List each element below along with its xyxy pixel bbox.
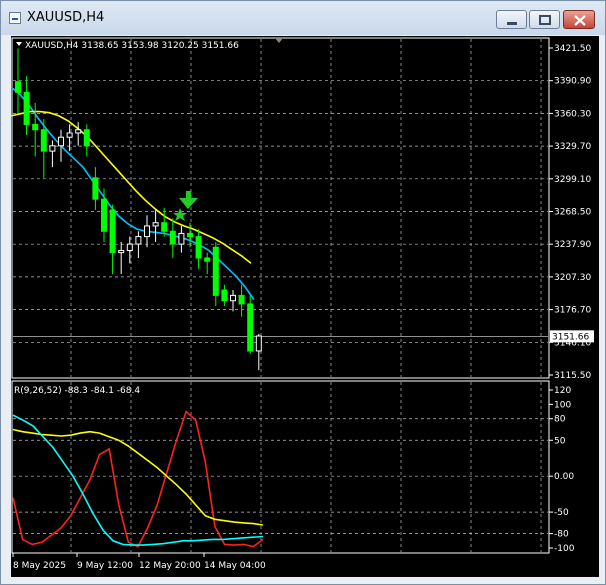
- indicator-tick-label: 100: [554, 400, 571, 410]
- current-price-label: 3151.66: [552, 332, 589, 342]
- time-tick-label: 14 May 04:00: [204, 561, 266, 571]
- close-button[interactable]: [563, 10, 595, 29]
- window-title: XAUUSD,H4: [27, 10, 105, 25]
- maximize-icon: [539, 15, 551, 25]
- candle-body: [212, 246, 219, 296]
- indicator-tick-label: -50: [554, 508, 569, 518]
- candle-body: [195, 236, 202, 259]
- title-bar[interactable]: XAUUSD,H4: [1, 1, 605, 35]
- candle-body: [247, 303, 254, 352]
- indicator-tick-label: 50: [554, 436, 566, 446]
- indicator-panel-frame: [11, 380, 550, 554]
- chart-window: XAUUSD,H4 3421.50 3390.90 3360.30 3329.70 32…: [0, 0, 606, 585]
- candle-body: [40, 129, 47, 152]
- indicator-tick-label: 120: [554, 386, 571, 396]
- candle-body: [126, 243, 133, 252]
- chart-header: XAUUSD,H4 3138.65 3153.98 3120.25 3151.6…: [25, 41, 239, 51]
- candle-body: [58, 136, 64, 147]
- down-arrow-signal-icon: [179, 191, 198, 209]
- price-tick-label: 3390.90: [554, 77, 591, 87]
- price-tick-label: 3207.30: [554, 273, 591, 283]
- candle-body: [101, 198, 107, 232]
- price-tick-label: 3237.90: [554, 240, 591, 250]
- time-tick-label: 12 May 20:00: [139, 561, 201, 571]
- candle-body: [204, 257, 211, 262]
- candle-body: [75, 129, 82, 134]
- chart-window-icon: [9, 12, 21, 24]
- price-tick-label: 3115.50: [554, 371, 591, 381]
- candle-body: [66, 132, 73, 138]
- chart-menu-triangle-icon[interactable]: [16, 42, 22, 46]
- oscillator-lines: [12, 410, 264, 548]
- candle-body: [144, 225, 150, 238]
- price-panel-frame: [11, 37, 550, 379]
- price-tick-label: 3360.30: [554, 109, 591, 119]
- candles: [15, 48, 262, 371]
- candle-body: [109, 209, 116, 254]
- time-tick-label: 8 May 2025: [13, 561, 66, 571]
- chart-area[interactable]: 3421.50 3390.90 3360.30 3329.70 3299.10 3268.…: [10, 36, 599, 577]
- candle-body: [255, 335, 262, 352]
- candle-body: [49, 145, 56, 152]
- minimize-button[interactable]: [496, 10, 527, 29]
- candle-body: [32, 123, 39, 131]
- oscillator-line-1: [12, 410, 264, 548]
- indicator-tick-label: 80: [554, 415, 566, 425]
- close-icon: [574, 15, 586, 26]
- price-tick-label: 3176.70: [554, 306, 591, 316]
- time-tick-label: 9 May 12:00: [77, 561, 133, 571]
- candle-body: [230, 294, 236, 302]
- candle-body: [83, 129, 90, 147]
- minimize-icon: [507, 22, 517, 25]
- indicator-tick-label: -80: [554, 530, 569, 540]
- chart-shift-marker-icon[interactable]: [275, 38, 283, 43]
- candle-body: [135, 236, 142, 245]
- candle-body: [118, 250, 125, 254]
- candle-body: [92, 177, 99, 200]
- candle-body: [221, 289, 228, 302]
- indicator-label: R(9,26,52) -88.3 -84.1 -68.4: [14, 386, 140, 396]
- time-axis: 8 May 2025 9 May 12:00 12 May 20:00 14 May …: [12, 553, 266, 571]
- candle-body: [178, 232, 185, 245]
- indicator-axis: 120 100 80 50 0.00 -50 -80 -100: [549, 386, 575, 554]
- maximize-button[interactable]: [529, 10, 560, 29]
- candle-body: [169, 230, 176, 245]
- chart-canvas[interactable]: 3421.50 3390.90 3360.30 3329.70 3299.10 3268.…: [10, 36, 599, 577]
- indicator-tick-label: 0.00: [554, 472, 574, 482]
- price-tick-label: 3421.50: [554, 44, 591, 54]
- candle-body: [187, 232, 193, 238]
- candle-body: [238, 294, 245, 305]
- candle-body: [15, 81, 21, 93]
- price-tick-label: 3329.70: [554, 142, 591, 152]
- candle-body: [152, 222, 159, 227]
- star-signal-icon: [173, 208, 187, 221]
- price-tick-label: 3299.10: [554, 175, 591, 185]
- grid: [13, 39, 548, 552]
- candle-body: [23, 91, 30, 125]
- moving-average-slow: [10, 110, 252, 264]
- indicator-tick-label: -100: [554, 544, 575, 554]
- candle-body: [161, 222, 168, 232]
- price-tick-label: 3268.50: [554, 208, 591, 218]
